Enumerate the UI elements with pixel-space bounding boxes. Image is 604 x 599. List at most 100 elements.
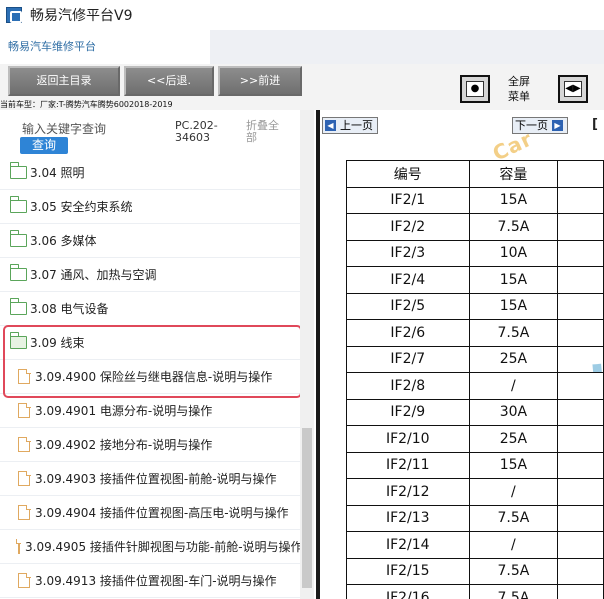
window-title: 畅易汽修平台V9 [30, 8, 133, 24]
title-bracket: [ [592, 117, 598, 132]
fuse-capacity-cell: 25A [468, 345, 559, 373]
fuse-capacity-cell: 15A [468, 186, 559, 214]
fuse-extra-cell [557, 478, 604, 506]
fuse-id-cell: IF2/14 [346, 531, 470, 559]
document-viewer: ◀ 上一页 下一页 ▶ [ Car ◆ 编号 容量 IF2/1 15A IF2/2 7… [316, 110, 604, 599]
left-pane: 输入关键字查询 查询 PC.202-34603 折叠全部 3.04 照明 3.0… [0, 110, 314, 599]
back-to-main-button[interactable]: 返回主目录 [8, 66, 120, 96]
fuse-extra-cell [557, 186, 604, 214]
table-row: IF2/1 15A [346, 186, 604, 214]
table-row: IF2/2 7.5A [346, 213, 604, 241]
table-row: IF2/9 30A [346, 398, 604, 426]
tree-scrollbar[interactable] [300, 110, 314, 599]
fullscreen-label: 全屏 [508, 75, 530, 88]
search-input[interactable]: 输入关键字查询 [22, 120, 106, 137]
fuse-id-cell: IF2/15 [346, 557, 470, 585]
document-icon [18, 504, 31, 520]
prev-page-button[interactable]: ◀ 上一页 [322, 117, 378, 134]
document-icon [15, 538, 21, 554]
fuse-capacity-cell: 15A [468, 292, 559, 320]
fuse-id-cell: IF2/5 [346, 292, 470, 320]
title-bar: 畅易汽修平台V9 [0, 0, 604, 30]
fuse-capacity-cell: 7.5A [468, 504, 559, 532]
app-icon [6, 7, 22, 23]
fuse-id-cell: IF2/13 [346, 504, 470, 532]
tree-item-document[interactable]: 3.09.4901 电源分布-说明与操作 [0, 394, 300, 428]
split-view-button[interactable]: ◀▶ [558, 75, 588, 103]
fuse-extra-cell [557, 425, 604, 453]
arrow-right-icon: ▶ [552, 120, 563, 131]
header-number: 编号 [346, 160, 470, 188]
tree-item-document[interactable]: 3.09.4904 接插件位置视图-高压电-说明与操作 [0, 496, 300, 530]
fuse-capacity-cell: / [468, 372, 559, 400]
tree-item-label: 3.09.4903 接插件位置视图-前舱-说明与操作 [35, 472, 277, 486]
scrollbar-thumb[interactable] [302, 428, 312, 588]
document-icon [18, 436, 31, 452]
fuse-id-cell: IF2/7 [346, 345, 470, 373]
table-row: IF2/10 25A [346, 425, 604, 453]
tree-item-folder[interactable]: 3.06 多媒体 [0, 224, 300, 258]
fuse-capacity-cell: / [468, 531, 559, 559]
toolbar: 返回主目录 <<后退. >>前进 当前车型：厂家:T-腾势汽车腾势6002018… [0, 64, 604, 110]
fullscreen-menu-button[interactable]: 全屏 菜单 [508, 74, 530, 104]
fuse-extra-cell [557, 398, 604, 426]
tree-item-folder[interactable]: 3.08 电气设备 [0, 292, 300, 326]
fuse-id-cell: IF2/12 [346, 478, 470, 506]
tree-item-document[interactable]: 3.09.4902 接地分布-说明与操作 [0, 428, 300, 462]
table-row: IF2/14/ [346, 531, 604, 559]
folder-icon [9, 196, 27, 213]
fuse-capacity-cell: 7.5A [468, 213, 559, 241]
menu-label: 菜单 [508, 90, 530, 103]
table-row: IF2/5 15A [346, 292, 604, 320]
selection-highlight [3, 325, 302, 398]
fuse-extra-cell [557, 504, 604, 532]
pane-toggle-icon: ● [466, 81, 484, 97]
tree-item-label: 3.04 照明 [30, 166, 85, 180]
table-row: IF2/12/ [346, 478, 604, 506]
tab-strip: 畅易汽车维修平台 [0, 30, 604, 64]
document-icon [18, 470, 31, 486]
tree-item-folder[interactable]: 3.07 通风、加热与空调 [0, 258, 300, 292]
tree-item-label: 3.07 通风、加热与空调 [30, 268, 157, 282]
fuse-extra-cell [557, 557, 604, 585]
tree-item-folder[interactable]: 3.04 照明 [0, 156, 300, 190]
fuse-extra-cell [557, 345, 604, 373]
tree-item-folder[interactable]: 3.05 安全约束系统 [0, 190, 300, 224]
tree-item-document[interactable]: 3.09.4903 接插件位置视图-前舱-说明与操作 [0, 462, 300, 496]
tree-item-document[interactable]: 3.09.4913 接插件位置视图-车门-说明与操作 [0, 564, 300, 598]
folder-icon [9, 162, 27, 179]
table-row: IF2/16 7.5A [346, 584, 604, 599]
fuse-extra-cell [557, 213, 604, 241]
document-icon [18, 402, 31, 418]
tree-item-label: 3.09.4913 接插件位置视图-车门-说明与操作 [35, 574, 277, 588]
header-capacity: 容量 [468, 160, 559, 188]
fuse-capacity-cell: 7.5A [468, 319, 559, 347]
arrow-left-icon: ◀ [325, 120, 336, 131]
back-button[interactable]: <<后退. [124, 66, 214, 96]
header-extra [557, 160, 604, 188]
tree-item-label: 3.06 多媒体 [30, 234, 97, 248]
forward-button[interactable]: >>前进 [218, 66, 302, 96]
table-row: IF2/6 7.5A [346, 319, 604, 347]
fuse-id-cell: IF2/8 [346, 372, 470, 400]
tab-main[interactable]: 畅易汽车维修平台 [0, 30, 210, 64]
folder-icon [9, 264, 27, 281]
table-row: IF2/8/ [346, 372, 604, 400]
search-button[interactable]: 查询 [20, 137, 68, 154]
fuse-id-cell: IF2/2 [346, 213, 470, 241]
tree-item-document[interactable]: 3.09.4905 接插件针脚视图与功能-前舱-说明与操作 [0, 530, 300, 564]
fuse-capacity-cell: 10A [468, 239, 559, 267]
folder-icon [9, 298, 27, 315]
fuse-extra-cell [557, 584, 604, 599]
tree-item-label: 3.08 电气设备 [30, 302, 109, 316]
split-view-icon: ◀▶ [564, 81, 582, 97]
fuse-capacity-cell: 15A [468, 266, 559, 294]
table-header-row: 编号 容量 [346, 160, 604, 188]
fuse-capacity-cell: / [468, 478, 559, 506]
table-row: IF2/7 25A [346, 345, 604, 373]
fuse-capacity-cell: 30A [468, 398, 559, 426]
collapse-pane-button[interactable]: ● [460, 75, 490, 103]
document-code: PC.202-34603 [175, 119, 218, 144]
collapse-all-button[interactable]: 折叠全部 [246, 120, 286, 144]
tree-item-label: 3.09.4905 接插件针脚视图与功能-前舱-说明与操作 [25, 540, 300, 554]
